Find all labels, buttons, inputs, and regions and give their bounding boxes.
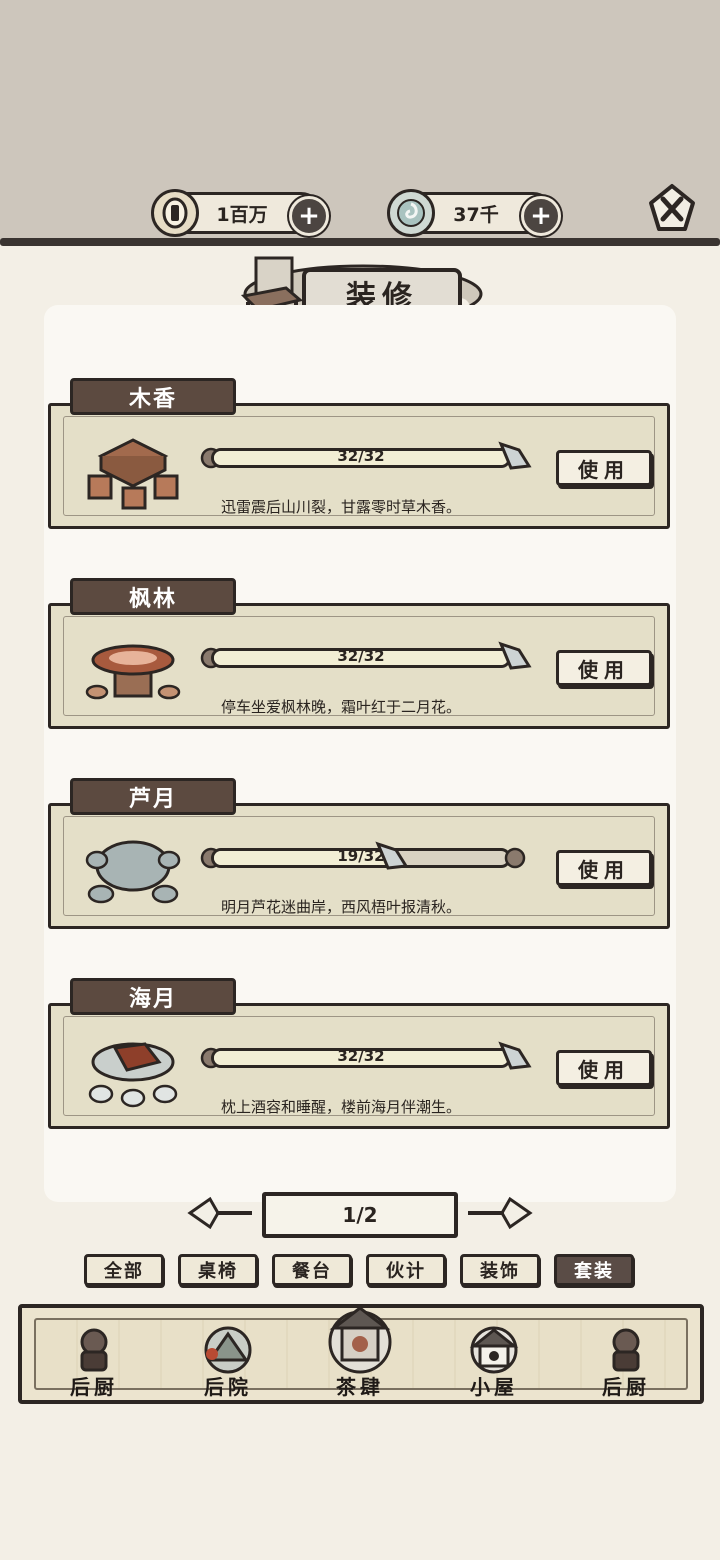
nav-label: 后厨 [70,1375,118,1399]
set-card-haiyue: 32/32 枕上酒容和睡醒，楼前海月伴潮生。 使用 [48,1003,670,1129]
mushroom-stump-table-icon [85,644,181,700]
category-filters: 全部 桌椅 餐台 伙计 装饰 套装 [84,1254,634,1286]
use-button[interactable]: 使用 [556,450,652,486]
set-card-fenglin: 32/32 停车坐爱枫林晚，霜叶红于二月花。 使用 [48,603,670,729]
add-coins-button[interactable]: + [289,196,329,236]
teahouse-icon [328,1306,392,1374]
card-description: 明月芦花迷曲岸，西风梧叶报清秋。 [221,898,462,916]
stone-table-icon [85,840,181,904]
filter-sets[interactable]: 套装 [554,1254,634,1286]
close-button[interactable] [647,183,697,233]
page-indicator: 1/2 [262,1192,458,1238]
card-description: 停车坐爱枫林晚，霜叶红于二月花。 [221,698,462,716]
use-button[interactable]: 使用 [556,850,652,886]
nav-backyard[interactable]: 后院 [178,1316,278,1400]
add-jade-button[interactable]: + [521,196,561,236]
coin-amount: 1百万 [216,203,268,226]
set-card-muxiang: 32/32 迅雷震后山川裂，甘露零时草木香。 使用 [48,403,670,529]
nav-label: 茶肆 [336,1375,384,1399]
jade-icon [387,189,435,237]
top-divider [0,238,720,246]
top-band [0,0,720,245]
chef-icon [80,1328,108,1372]
coin-icon [151,189,199,237]
progress-text: 32/32 [337,447,385,465]
card-description: 迅雷震后山川裂，甘露零时草木香。 [221,498,462,516]
chef-icon [612,1328,640,1372]
filter-staff[interactable]: 伙计 [366,1254,446,1286]
prev-page-arrow-icon[interactable] [186,1194,256,1232]
filter-counters[interactable]: 餐台 [272,1254,352,1286]
card-description: 枕上酒容和睡醒，楼前海月伴潮生。 [221,1098,462,1116]
card-tab-label: 木香 [70,378,236,415]
progress-text: 32/32 [337,647,385,665]
nav-label: 后厨 [602,1375,650,1399]
nav-kitchen-2[interactable]: 后厨 [576,1316,676,1400]
backyard-icon [204,1326,252,1374]
use-button[interactable]: 使用 [556,1050,652,1086]
card-tab-label: 枫林 [70,578,236,615]
next-page-arrow-icon[interactable] [464,1194,534,1232]
filter-decor[interactable]: 装饰 [460,1254,540,1286]
nav-label: 后院 [204,1375,252,1399]
use-button[interactable]: 使用 [556,650,652,686]
close-icon [649,184,695,231]
wooden-table-set-icon [87,438,179,510]
cottage-icon [469,1326,519,1374]
progress-text: 19/32 [337,847,385,865]
nav-cottage[interactable]: 小屋 [444,1316,544,1400]
nav-kitchen[interactable]: 后厨 [44,1316,144,1400]
jade-counter: 37千 + [387,189,561,237]
set-card-luyue: 19/32 明月芦花迷曲岸，西风梧叶报清秋。 使用 [48,803,670,929]
filter-tables-chairs[interactable]: 桌椅 [178,1254,258,1286]
progress-text: 32/32 [337,1047,385,1065]
card-tab-label: 芦月 [70,778,236,815]
card-tab-label: 海月 [70,978,236,1015]
coin-counter: 1百万 + [151,189,329,237]
round-table-drums-icon [88,1042,178,1108]
nav-label: 小屋 [470,1375,518,1399]
nav-teahouse[interactable]: 茶肆 [310,1296,410,1400]
jade-amount: 37千 [453,203,499,226]
filter-all[interactable]: 全部 [84,1254,164,1286]
